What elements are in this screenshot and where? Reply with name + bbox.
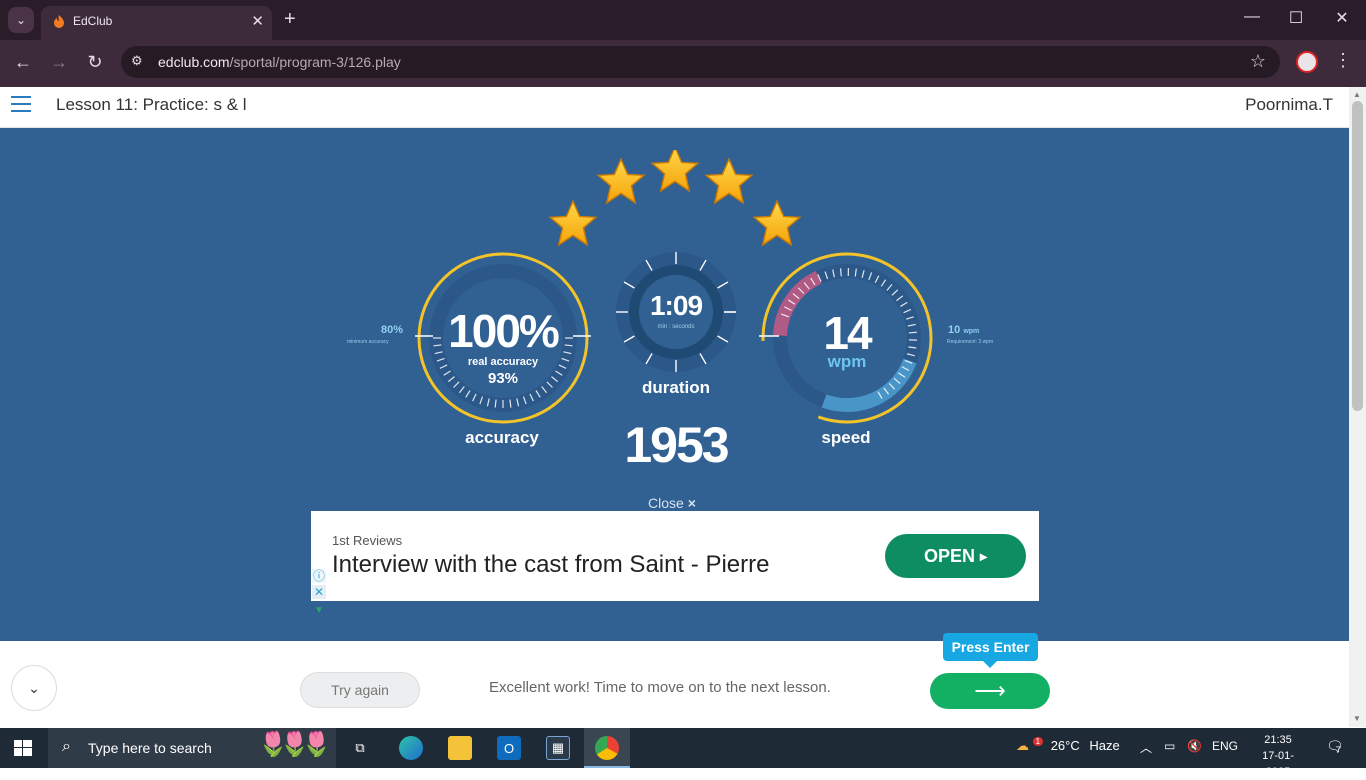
lesson-footer: ⌄ Try again Excellent work! Time to move… <box>0 641 1349 727</box>
ad-headline[interactable]: Interview with the cast from Saint - Pie… <box>332 551 769 579</box>
weather-icon: ☁ <box>1016 738 1029 753</box>
notification-icon[interactable]: 🗨7 <box>1326 738 1349 755</box>
star-icon <box>550 201 596 245</box>
ad-info-icon[interactable]: ⓘ <box>312 569 326 583</box>
try-again-button[interactable]: Try again <box>300 672 420 708</box>
arrow-right-icon: ⟶ <box>974 678 1006 704</box>
star-icon <box>754 201 800 245</box>
close-ad-button[interactable]: Close × <box>648 495 696 511</box>
tray-chevron-icon[interactable]: ︿ <box>1140 739 1152 756</box>
scroll-thumb[interactable] <box>1352 101 1363 411</box>
weather-badge: 1 <box>1033 737 1043 746</box>
weather-widget[interactable]: ☁ 1 26°C Haze <box>1016 738 1120 754</box>
speed-label: speed <box>746 428 946 448</box>
browser-toolbar: ← → ↻ ⚙ edclub.com/sportal/program-3/126… <box>0 40 1366 87</box>
star-icon <box>652 150 698 191</box>
scroll-up-icon[interactable]: ▲ <box>1353 90 1361 99</box>
menu-kebab-icon[interactable]: ⋮ <box>1334 50 1352 71</box>
address-bar[interactable]: ⚙ edclub.com/sportal/program-3/126.play … <box>121 46 1280 78</box>
ad-source: 1st Reviews <box>332 533 402 548</box>
real-accuracy-value: 93% <box>415 370 591 387</box>
speed-unit: wpm <box>759 352 935 372</box>
app-header: Lesson 11: Practice: s & l Poornima.T <box>0 87 1349 128</box>
ad-network-logo-icon: ▼ <box>314 605 324 616</box>
tulips-icon: 🌷🌷🌷 <box>258 730 324 759</box>
window-close-icon[interactable]: ✕ <box>1327 8 1357 28</box>
duration-unit: min : seconds <box>614 324 738 330</box>
star-icon <box>598 159 644 203</box>
rating-stars <box>530 150 820 250</box>
duration-label: duration <box>576 378 776 398</box>
lesson-title: Lesson 11: Practice: s & l <box>56 95 247 115</box>
windows-taskbar: ⌕ Type here to search 🌷🌷🌷 ⧉ O ▦ ☁ 1 26°C… <box>0 728 1366 768</box>
collapse-chevron-icon[interactable]: ⌄ <box>11 665 57 711</box>
page-scrollbar[interactable]: ▲ ▼ <box>1349 87 1366 727</box>
search-placeholder: Type here to search <box>88 740 212 756</box>
duration-value: 1:09 <box>614 290 738 322</box>
system-clock[interactable]: 21:35 17-01-2025 <box>1252 732 1304 780</box>
browser-tab[interactable]: EdClub ✕ <box>41 6 272 40</box>
tab-close-icon[interactable]: ✕ <box>251 12 264 30</box>
maximize-icon[interactable]: ☐ <box>1281 8 1311 28</box>
close-icon: × <box>688 495 696 511</box>
task-view-icon[interactable]: ⧉ <box>348 736 372 760</box>
taskbar-search-box[interactable]: ⌕ Type here to search 🌷🌷🌷 <box>48 728 336 768</box>
accuracy-minimum-label: minimum accuracy <box>347 339 389 345</box>
battery-icon[interactable]: ▭ <box>1164 739 1175 753</box>
accuracy-minimum-value: 80% <box>381 324 403 336</box>
speed-requirement-value: 10 wpm <box>948 324 979 336</box>
advertisement[interactable]: 1st Reviews Interview with the cast from… <box>311 511 1039 601</box>
next-lesson-button[interactable]: ⟶ <box>930 673 1050 709</box>
hamburger-menu-icon[interactable] <box>11 96 31 112</box>
ad-open-button[interactable]: OPEN ▸ <box>885 534 1026 578</box>
windows-start-icon[interactable] <box>14 740 32 756</box>
play-arrow-icon: ▸ <box>980 548 987 565</box>
profile-avatar[interactable] <box>1296 51 1318 73</box>
username[interactable]: Poornima.T <box>1245 95 1333 115</box>
result-message: Excellent work! Time to move on to the n… <box>489 679 831 696</box>
forward-icon[interactable]: → <box>47 52 71 73</box>
accuracy-value: 100% <box>415 304 591 358</box>
page-content: Lesson 11: Practice: s & l Poornima.T <box>0 87 1349 727</box>
file-explorer-icon[interactable] <box>448 736 472 760</box>
language-indicator[interactable]: ENG <box>1212 739 1238 753</box>
store-icon[interactable]: ▦ <box>546 736 570 760</box>
search-icon: ⌕ <box>62 738 71 756</box>
results-panel: 100% real accuracy 93% accuracy 80% mini… <box>0 128 1349 641</box>
speed-requirement-label: Requirement: 3 wpm <box>947 339 993 345</box>
tab-title: EdClub <box>73 14 112 28</box>
bookmark-star-icon[interactable]: ☆ <box>1250 51 1266 72</box>
site-info-icon[interactable]: ⚙ <box>131 53 143 69</box>
new-tab-icon[interactable]: + <box>284 9 296 29</box>
back-icon[interactable]: ← <box>11 52 35 73</box>
edclub-favicon-icon <box>51 14 67 30</box>
tab-search-button[interactable]: ⌄ <box>8 7 34 33</box>
press-enter-tooltip: Press Enter <box>943 633 1038 661</box>
volume-muted-icon[interactable]: 🔇 <box>1187 739 1202 753</box>
scroll-down-icon[interactable]: ▼ <box>1353 714 1361 723</box>
star-icon <box>706 159 752 203</box>
real-accuracy-label: real accuracy <box>415 356 591 368</box>
accuracy-label: accuracy <box>402 428 602 448</box>
url-text[interactable]: edclub.com/sportal/program-3/126.play <box>158 54 401 70</box>
outlook-icon[interactable]: O <box>497 736 521 760</box>
browser-tab-bar: ⌄ EdClub ✕ + — ☐ ✕ <box>0 0 1366 40</box>
ad-dismiss-icon[interactable]: ✕ <box>312 585 326 599</box>
reload-icon[interactable]: ↻ <box>83 52 107 73</box>
edge-icon[interactable] <box>399 736 423 760</box>
gauge-tick <box>841 268 842 276</box>
minimize-icon[interactable]: — <box>1237 8 1267 26</box>
chrome-icon[interactable] <box>595 736 619 760</box>
